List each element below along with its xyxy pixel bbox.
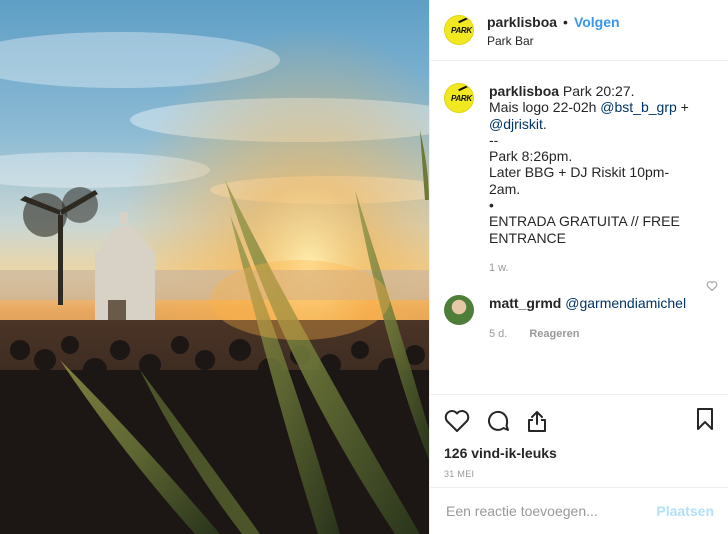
caption-line5: Later BBG + DJ Riskit 10pm-2am.: [489, 164, 670, 197]
commenter-username[interactable]: matt_grmd: [489, 295, 561, 311]
caption-period: .: [542, 115, 547, 132]
comment-icon[interactable]: [486, 409, 510, 433]
caption-line6: •: [489, 197, 494, 214]
likes-count[interactable]: 126 vind-ik-leuks: [444, 445, 714, 461]
comment-input[interactable]: [446, 503, 657, 519]
follow-button[interactable]: Volgen: [574, 13, 620, 31]
reply-timestamp[interactable]: 5 d.: [489, 326, 507, 342]
bookmark-icon[interactable]: [696, 408, 714, 433]
sunset-crowd-image: [0, 0, 429, 534]
caption-line1: Park 20:27.: [562, 83, 635, 99]
location-link[interactable]: Park Bar: [487, 34, 620, 48]
caption-avatar[interactable]: PARK: [444, 83, 474, 113]
profile-avatar[interactable]: PARK: [444, 15, 474, 45]
mention-link[interactable]: @bst_b_grp: [600, 99, 676, 115]
add-comment-bar: Plaatsen: [430, 487, 728, 534]
post-header: PARK parklisboa • Volgen Park Bar: [430, 0, 728, 61]
caption-timestamp[interactable]: 1 w.: [489, 260, 509, 276]
caption-comment: PARK parklisboa Park 20:27. Mais logo 22…: [444, 83, 714, 276]
mention-link[interactable]: @garmendiamichel: [565, 295, 686, 311]
header-username[interactable]: parklisboa: [487, 13, 557, 31]
action-bar: 126 vind-ik-leuks 31 MEI: [430, 394, 728, 479]
caption-line3: --: [489, 131, 499, 148]
commenter-avatar[interactable]: [444, 295, 474, 326]
post-photo[interactable]: [0, 0, 429, 534]
reply-button[interactable]: Reageren: [529, 326, 579, 342]
post-date[interactable]: 31 MEI: [444, 469, 714, 479]
caption-line2: Mais logo 22-02h: [489, 99, 601, 116]
post-side-panel: PARK parklisboa • Volgen Park Bar PARK p…: [429, 0, 728, 534]
reply-comment: matt_grmd @garmendiamichel 5 d. Reageren: [444, 295, 714, 342]
share-icon[interactable]: [526, 409, 548, 433]
caption-line7: ENTRADA GRATUITA // FREE ENTRANCE: [489, 213, 680, 246]
mention-link[interactable]: @djriskit: [489, 116, 543, 132]
caption-username[interactable]: parklisboa: [489, 83, 559, 99]
post-comment-button[interactable]: Plaatsen: [656, 503, 714, 519]
separator-dot: •: [563, 13, 568, 30]
like-comment-icon[interactable]: [706, 280, 718, 295]
heart-icon[interactable]: [444, 409, 470, 433]
caption-line4: Park 8:26pm.: [489, 148, 573, 165]
caption-plus: +: [676, 99, 689, 116]
comments-list[interactable]: PARK parklisboa Park 20:27. Mais logo 22…: [430, 61, 728, 394]
